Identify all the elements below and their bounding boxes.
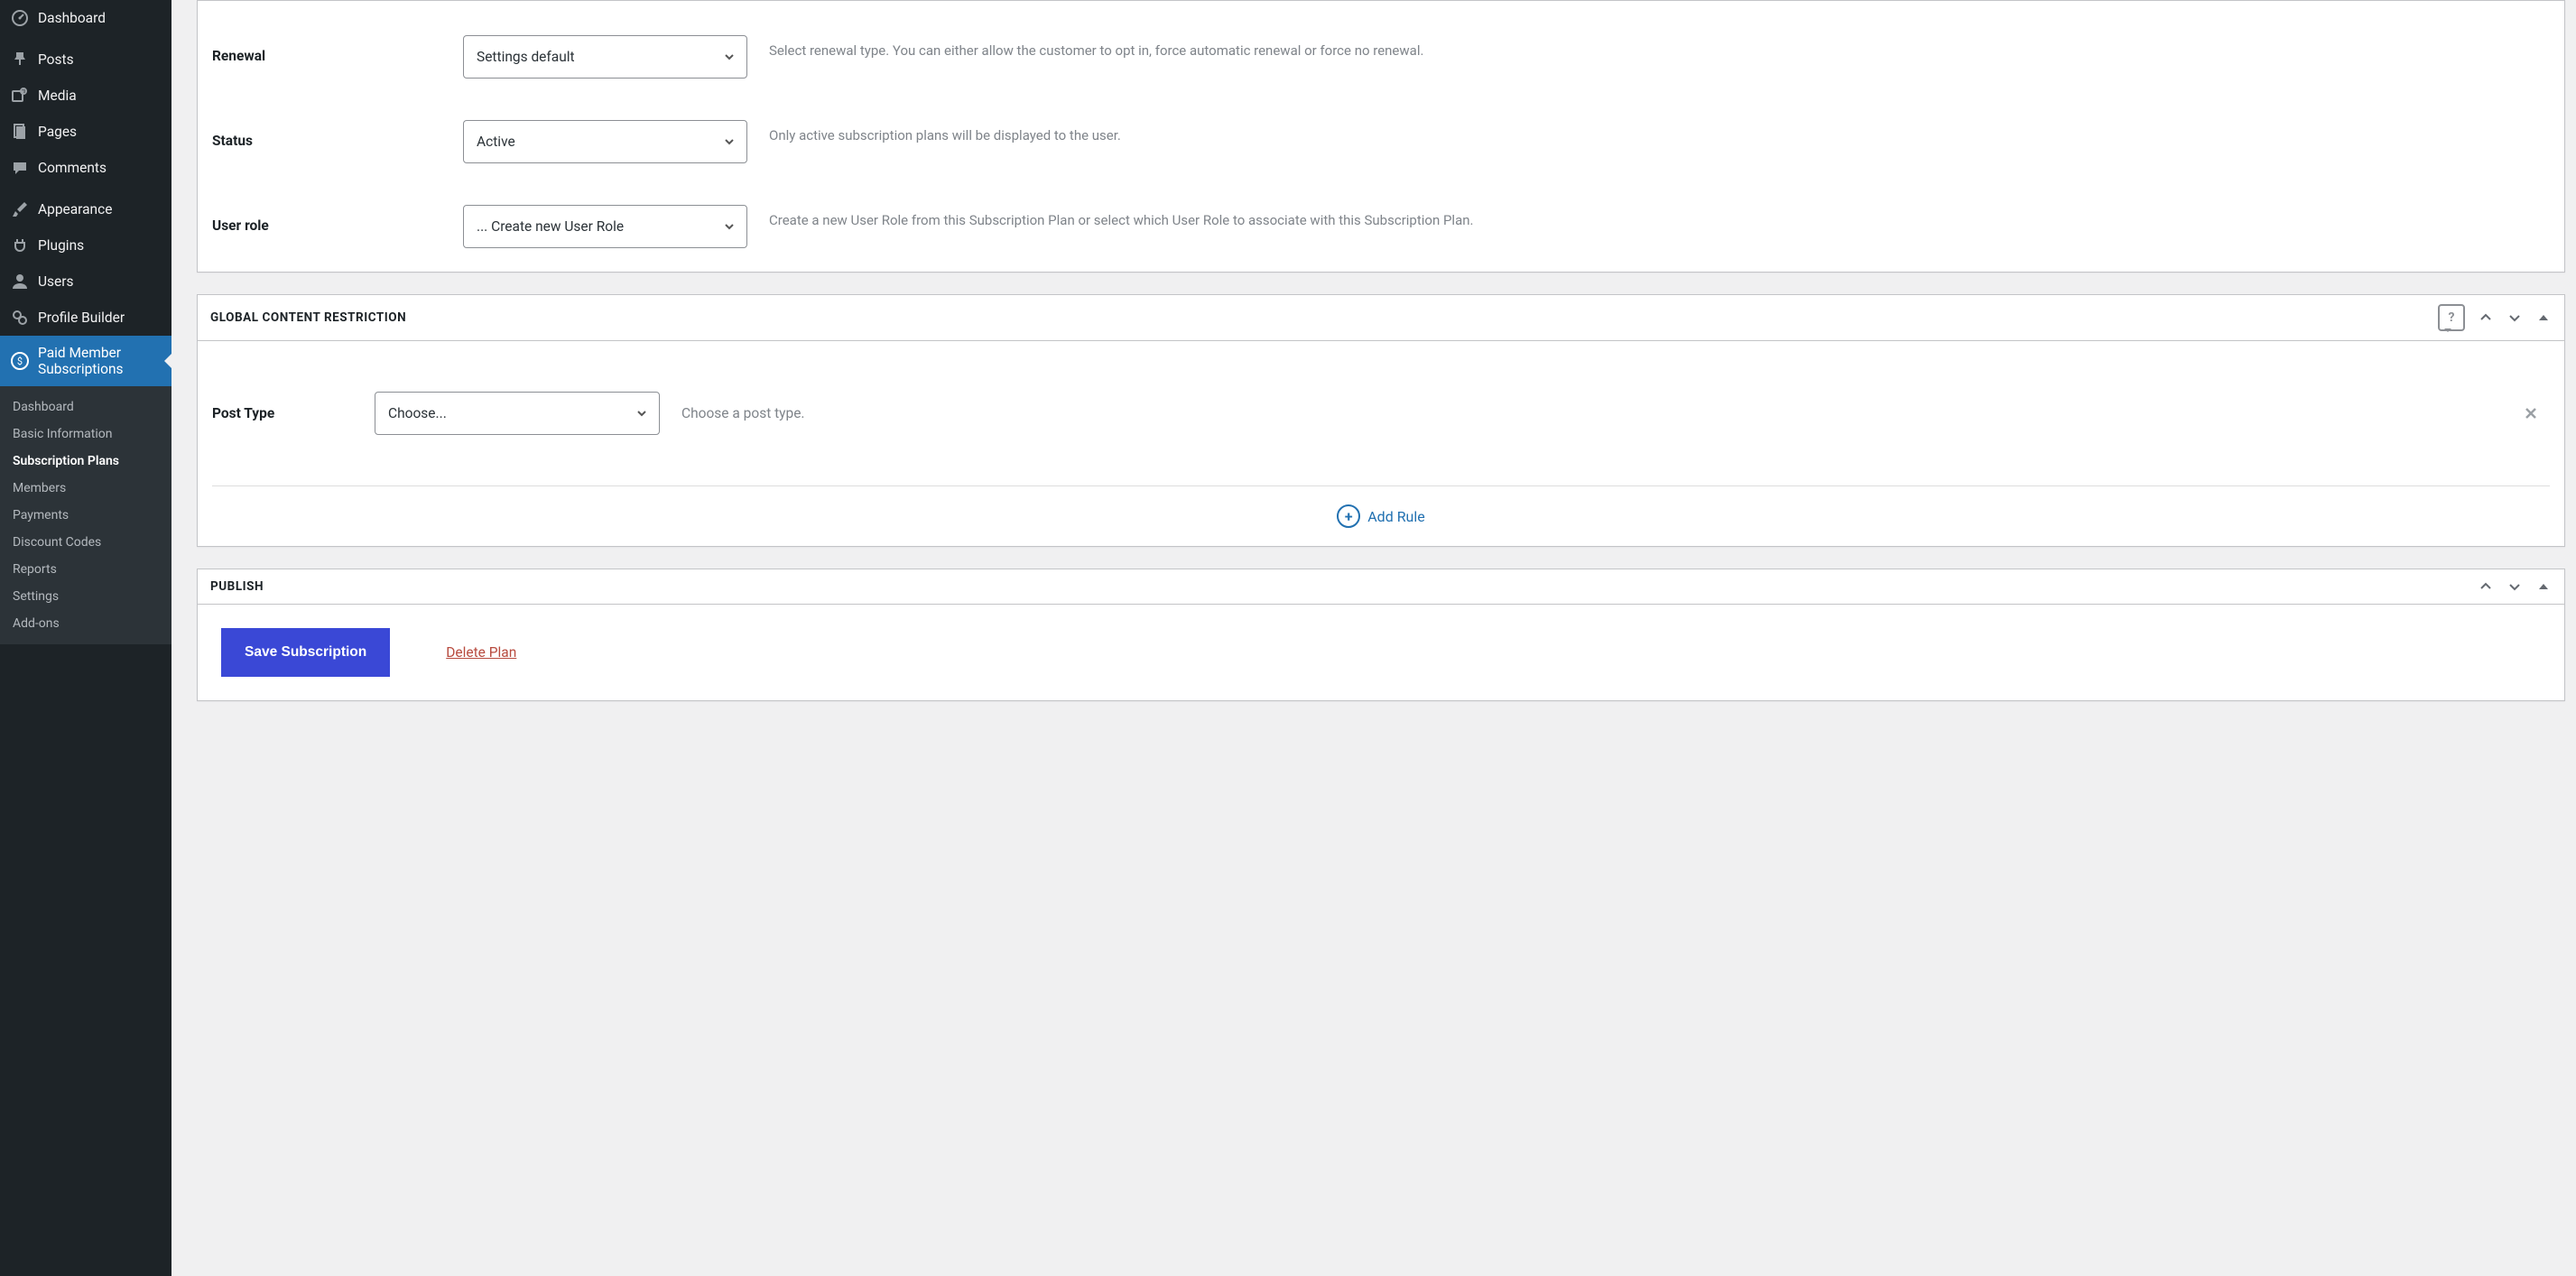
sidebar-item-label: Media xyxy=(38,88,77,104)
sidebar-item-label: Comments xyxy=(38,160,107,176)
post-type-select-value: Choose... xyxy=(388,405,447,421)
submenu-reports[interactable]: Reports xyxy=(0,556,171,583)
submenu-discount-codes[interactable]: Discount Codes xyxy=(0,529,171,556)
sidebar-item-label: Dashboard xyxy=(38,10,106,26)
main-content: Renewal Settings default Select renewal … xyxy=(171,0,2576,1276)
move-up-icon[interactable] xyxy=(2478,578,2494,595)
plus-icon: + xyxy=(1337,504,1360,528)
plan-settings-box: Renewal Settings default Select renewal … xyxy=(197,0,2565,273)
profile-builder-icon xyxy=(11,309,29,327)
sidebar-item-profile-builder[interactable]: Profile Builder xyxy=(0,300,171,336)
sidebar-item-label: Paid Member Subscriptions xyxy=(38,345,161,377)
chevron-down-icon xyxy=(635,407,648,420)
sidebar-item-label: Appearance xyxy=(38,201,112,217)
add-rule-label: Add Rule xyxy=(1367,508,1425,525)
sidebar-item-plugins[interactable]: Plugins xyxy=(0,227,171,264)
status-select[interactable]: Active xyxy=(463,120,747,163)
box-title-publish: Publish xyxy=(210,579,264,594)
field-label-status: Status xyxy=(212,120,463,149)
chevron-down-icon xyxy=(723,220,736,233)
submenu-subscription-plans[interactable]: Subscription Plans xyxy=(0,448,171,475)
field-label-renewal: Renewal xyxy=(212,35,463,64)
delete-plan-link[interactable]: Delete Plan xyxy=(446,644,516,661)
chevron-down-icon xyxy=(723,51,736,63)
submenu-dashboard[interactable]: Dashboard xyxy=(0,393,171,421)
submenu-payments[interactable]: Payments xyxy=(0,502,171,529)
field-desc-status: Only active subscription plans will be d… xyxy=(747,120,2550,146)
move-down-icon[interactable] xyxy=(2507,310,2523,326)
box-title-global-content-restriction: Global Content Restriction xyxy=(210,310,406,325)
pms-icon: $ xyxy=(11,352,29,370)
submenu-basic-information[interactable]: Basic Information xyxy=(0,421,171,448)
gauge-icon xyxy=(11,9,29,27)
field-renewal: Renewal Settings default Select renewal … xyxy=(212,15,2550,100)
svg-text:$: $ xyxy=(17,356,23,367)
user-role-select-value: ... Create new User Role xyxy=(477,218,624,235)
remove-rule-button[interactable] xyxy=(2517,400,2544,427)
post-type-desc: Choose a post type. xyxy=(660,405,805,421)
sidebar-item-label: Profile Builder xyxy=(38,310,125,326)
user-role-select[interactable]: ... Create new User Role xyxy=(463,205,747,248)
field-label-user-role: User role xyxy=(212,205,463,234)
save-subscription-button[interactable]: Save Subscription xyxy=(221,628,390,677)
sidebar-item-posts[interactable]: Posts xyxy=(0,42,171,78)
sidebar-item-appearance[interactable]: Appearance xyxy=(0,191,171,227)
field-user-role: User role ... Create new User Role Creat… xyxy=(212,185,2550,272)
toggle-panel-icon[interactable] xyxy=(2535,310,2552,326)
sidebar-item-users[interactable]: Users xyxy=(0,264,171,300)
status-select-value: Active xyxy=(477,134,515,150)
add-rule-button[interactable]: + Add Rule xyxy=(212,486,2550,546)
user-icon xyxy=(11,273,29,291)
plug-icon xyxy=(11,236,29,254)
field-status: Status Active Only active subscription p… xyxy=(212,100,2550,185)
brush-icon xyxy=(11,200,29,218)
admin-sidebar: Dashboard Posts Media Pages Comments App… xyxy=(0,0,171,1276)
sidebar-item-label: Posts xyxy=(38,51,74,68)
pages-icon xyxy=(11,123,29,141)
sidebar-item-label: Users xyxy=(38,273,74,290)
post-type-label: Post Type xyxy=(212,405,375,421)
field-desc-renewal: Select renewal type. You can either allo… xyxy=(747,35,2550,61)
submenu-members[interactable]: Members xyxy=(0,475,171,502)
media-icon xyxy=(11,87,29,105)
chevron-down-icon xyxy=(723,135,736,148)
move-up-icon[interactable] xyxy=(2478,310,2494,326)
sidebar-item-label: Pages xyxy=(38,124,77,140)
help-icon[interactable]: ? xyxy=(2438,304,2465,331)
renewal-select[interactable]: Settings default xyxy=(463,35,747,79)
submenu-add-ons[interactable]: Add-ons xyxy=(0,610,171,637)
sidebar-item-media[interactable]: Media xyxy=(0,78,171,114)
move-down-icon[interactable] xyxy=(2507,578,2523,595)
sidebar-item-comments[interactable]: Comments xyxy=(0,150,171,186)
comment-icon xyxy=(11,159,29,177)
sidebar-submenu: Dashboard Basic Information Subscription… xyxy=(0,386,171,644)
restriction-rule-row: Post Type Choose... Choose a post type. xyxy=(212,341,2550,486)
publish-box: Publish Save Subscription Delete Plan xyxy=(197,569,2565,701)
renewal-select-value: Settings default xyxy=(477,49,575,65)
field-desc-user-role: Create a new User Role from this Subscri… xyxy=(747,205,2550,231)
sidebar-item-paid-member-subscriptions[interactable]: $ Paid Member Subscriptions xyxy=(0,336,171,386)
submenu-settings[interactable]: Settings xyxy=(0,583,171,610)
global-content-restriction-box: Global Content Restriction ? Post Type xyxy=(197,294,2565,547)
sidebar-item-dashboard[interactable]: Dashboard xyxy=(0,0,171,36)
pin-icon xyxy=(11,51,29,69)
sidebar-item-label: Plugins xyxy=(38,237,84,254)
sidebar-item-pages[interactable]: Pages xyxy=(0,114,171,150)
toggle-panel-icon[interactable] xyxy=(2535,578,2552,595)
post-type-select[interactable]: Choose... xyxy=(375,392,660,435)
